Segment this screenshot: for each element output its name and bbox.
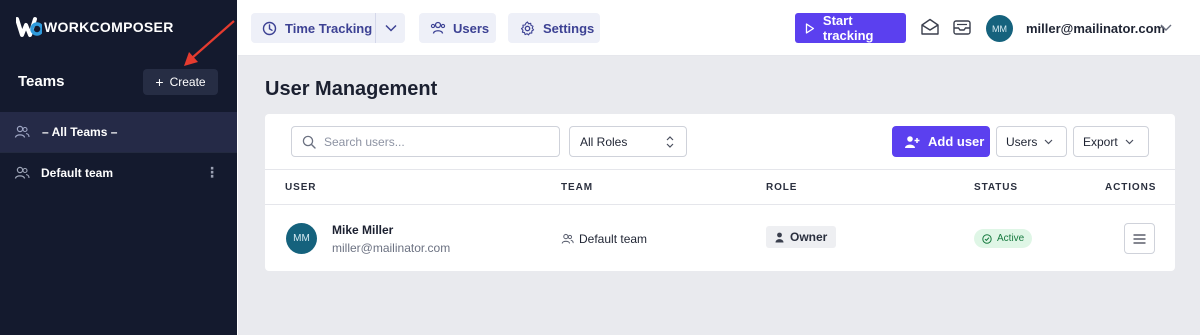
- column-header-team: TEAM: [561, 182, 593, 193]
- tab-label: Users: [453, 20, 490, 36]
- create-label: Create: [169, 75, 206, 89]
- users-card: All Roles Add user Users Export USER TEA…: [265, 114, 1175, 271]
- teams-heading: Teams: [18, 73, 65, 90]
- add-user-icon: [905, 135, 920, 148]
- add-user-button[interactable]: Add user: [892, 126, 990, 157]
- tab-time-tracking[interactable]: Time Tracking: [251, 13, 375, 43]
- export-dropdown[interactable]: Export: [1073, 126, 1149, 157]
- play-icon: [805, 22, 815, 34]
- users-icon: [561, 233, 574, 244]
- logo-text: WORKCOMPOSER: [44, 19, 174, 35]
- avatar[interactable]: MM: [986, 15, 1013, 42]
- chevron-down-icon: [1125, 139, 1134, 144]
- users-dropdown-label: Users: [1006, 134, 1038, 149]
- column-header-user: USER: [285, 182, 317, 193]
- time-tracking-dropdown[interactable]: [375, 13, 405, 43]
- user-name: Mike Miller: [332, 223, 394, 237]
- start-tracking-label: Start tracking: [822, 13, 874, 43]
- start-tracking-button[interactable]: Start tracking: [795, 13, 906, 43]
- top-bar: Time Tracking Users Settings Start track…: [238, 0, 1200, 56]
- avatar: MM: [286, 223, 317, 254]
- chevron-down-icon[interactable]: [1159, 20, 1173, 34]
- sidebar-item-all-teams[interactable]: – All Teams –: [0, 112, 237, 152]
- logo-mark-icon: [16, 17, 42, 37]
- column-header-actions: ACTIONS: [1105, 182, 1157, 193]
- menu-icon: [1133, 233, 1146, 244]
- row-actions-button[interactable]: [1124, 223, 1155, 254]
- team-label: – All Teams –: [42, 125, 118, 139]
- status-badge: Active: [974, 229, 1033, 248]
- team-label: Default team: [41, 166, 114, 180]
- column-header-status: STATUS: [974, 182, 1018, 193]
- team-name: Default team: [579, 232, 648, 246]
- more-options-icon[interactable]: ⋮: [205, 165, 219, 179]
- sidebar: WORKCOMPOSER Teams + Create – All Teams …: [0, 0, 237, 335]
- mail-open-icon[interactable]: [920, 17, 940, 37]
- create-team-button[interactable]: + Create: [143, 69, 218, 95]
- check-circle-icon: [982, 233, 992, 244]
- gear-icon: [520, 20, 536, 36]
- user-email[interactable]: miller@mailinator.com: [1026, 21, 1165, 36]
- plus-icon: +: [155, 74, 164, 90]
- page-title: User Management: [265, 78, 438, 100]
- chevron-up-down-icon: [666, 136, 674, 148]
- export-dropdown-label: Export: [1083, 134, 1118, 149]
- status-label: Active: [997, 233, 1025, 244]
- tab-settings[interactable]: Settings: [508, 13, 600, 43]
- add-user-label: Add user: [928, 134, 985, 149]
- table-header: USER TEAM ROLE STATUS ACTIONS: [265, 169, 1175, 205]
- search-box[interactable]: [291, 126, 560, 157]
- search-input[interactable]: [324, 134, 544, 149]
- user-email: miller@mailinator.com: [332, 241, 451, 255]
- sidebar-item-default-team[interactable]: Default team ⋮: [0, 153, 237, 193]
- annotation-arrow-icon: [184, 20, 235, 66]
- tab-label: Settings: [543, 20, 595, 36]
- column-header-role: ROLE: [766, 182, 798, 193]
- users-icon: [14, 165, 30, 181]
- users-filter-dropdown[interactable]: Users: [996, 126, 1067, 157]
- users-icon: [14, 124, 30, 140]
- tab-users[interactable]: Users: [419, 13, 496, 43]
- tab-label: Time Tracking: [285, 20, 373, 36]
- users-icon: [430, 20, 446, 36]
- clock-icon: [262, 20, 278, 36]
- chevron-down-icon: [1044, 139, 1053, 144]
- search-icon: [302, 135, 316, 149]
- team-cell: Default team: [561, 232, 647, 246]
- user-icon: [775, 232, 784, 242]
- inbox-icon[interactable]: [952, 17, 972, 37]
- roles-select-value: All Roles: [580, 134, 628, 149]
- role-label: Owner: [790, 230, 828, 244]
- roles-select[interactable]: All Roles: [569, 126, 687, 157]
- main-content: User Management All Roles Add user Users…: [238, 56, 1200, 335]
- table-row[interactable]: MM Mike Miller miller@mailinator.com Def…: [265, 206, 1175, 271]
- chevron-down-icon: [384, 24, 397, 32]
- brand-logo[interactable]: WORKCOMPOSER: [16, 16, 174, 38]
- role-badge: Owner: [766, 226, 837, 248]
